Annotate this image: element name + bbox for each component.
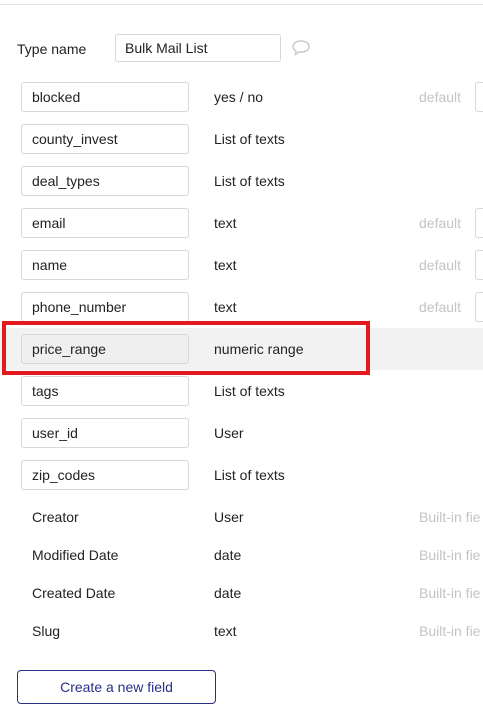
builtin-field-tag: Built-in fie bbox=[419, 623, 481, 639]
default-value-input[interactable] bbox=[475, 82, 483, 112]
field-name-input[interactable]: phone_number bbox=[21, 292, 189, 322]
field-type: yes / no bbox=[214, 89, 264, 105]
default-value-input[interactable] bbox=[475, 292, 483, 322]
field-row: county_invest List of texts bbox=[0, 118, 483, 160]
builtin-field-tag: Built-in fie bbox=[419, 585, 481, 601]
field-name-input[interactable]: blocked bbox=[21, 82, 189, 112]
builtin-field-type: text bbox=[214, 623, 237, 639]
builtin-field-row: Modified Date date Built-in fie bbox=[0, 536, 483, 574]
field-name-input[interactable]: email bbox=[21, 208, 189, 238]
field-row: tags List of texts bbox=[0, 370, 483, 412]
field-name-input[interactable]: county_invest bbox=[21, 124, 189, 154]
type-name-input[interactable]: Bulk Mail List bbox=[115, 34, 281, 62]
field-name-input[interactable]: deal_types bbox=[21, 166, 189, 196]
builtin-field-tag: Built-in fie bbox=[419, 547, 481, 563]
default-value-input[interactable] bbox=[475, 250, 483, 280]
field-type: List of texts bbox=[214, 173, 285, 189]
field-name-input[interactable]: zip_codes bbox=[21, 460, 189, 490]
field-name-input[interactable]: name bbox=[21, 250, 189, 280]
field-name-input[interactable]: user_id bbox=[21, 418, 189, 448]
default-label: default bbox=[419, 215, 462, 231]
builtin-field-list: Creator User Built-in fie Modified Date date… bbox=[0, 498, 483, 650]
field-type: List of texts bbox=[214, 467, 285, 483]
field-row: name text default bbox=[0, 244, 483, 286]
builtin-field-row: Creator User Built-in fie bbox=[0, 498, 483, 536]
field-list: blocked yes / no default county_invest List … bbox=[0, 76, 483, 496]
builtin-field-name: Created Date bbox=[32, 585, 116, 601]
builtin-field-name: Modified Date bbox=[32, 547, 119, 563]
field-row: blocked yes / no default bbox=[0, 76, 483, 118]
builtin-field-type: date bbox=[214, 585, 242, 601]
default-label: default bbox=[419, 299, 462, 315]
create-new-field-button[interactable]: Create a new field bbox=[17, 670, 216, 704]
field-type: List of texts bbox=[214, 383, 285, 399]
field-name-input[interactable]: tags bbox=[21, 376, 189, 406]
builtin-field-type: date bbox=[214, 547, 242, 563]
builtin-field-type: User bbox=[214, 509, 244, 525]
panel-top-border bbox=[0, 0, 483, 5]
builtin-field-name: Creator bbox=[32, 509, 79, 525]
type-name-label: Type name bbox=[17, 41, 87, 57]
speech-bubble-icon[interactable] bbox=[291, 39, 311, 62]
field-row: zip_codes List of texts bbox=[0, 454, 483, 496]
field-row: deal_types List of texts bbox=[0, 160, 483, 202]
highlight-annotation-box bbox=[2, 321, 370, 375]
builtin-field-name: Slug bbox=[32, 623, 61, 639]
builtin-field-row: Slug text Built-in fie bbox=[0, 612, 483, 650]
field-row: user_id User bbox=[0, 412, 483, 454]
default-label: default bbox=[419, 89, 462, 105]
field-type: text bbox=[214, 257, 237, 273]
field-row: email text default bbox=[0, 202, 483, 244]
default-value-input[interactable] bbox=[475, 208, 483, 238]
field-type: List of texts bbox=[214, 131, 285, 147]
field-type: User bbox=[214, 425, 244, 441]
builtin-field-row: Created Date date Built-in fie bbox=[0, 574, 483, 612]
default-label: default bbox=[419, 257, 462, 273]
builtin-field-tag: Built-in fie bbox=[419, 509, 481, 525]
field-type: text bbox=[214, 215, 237, 231]
